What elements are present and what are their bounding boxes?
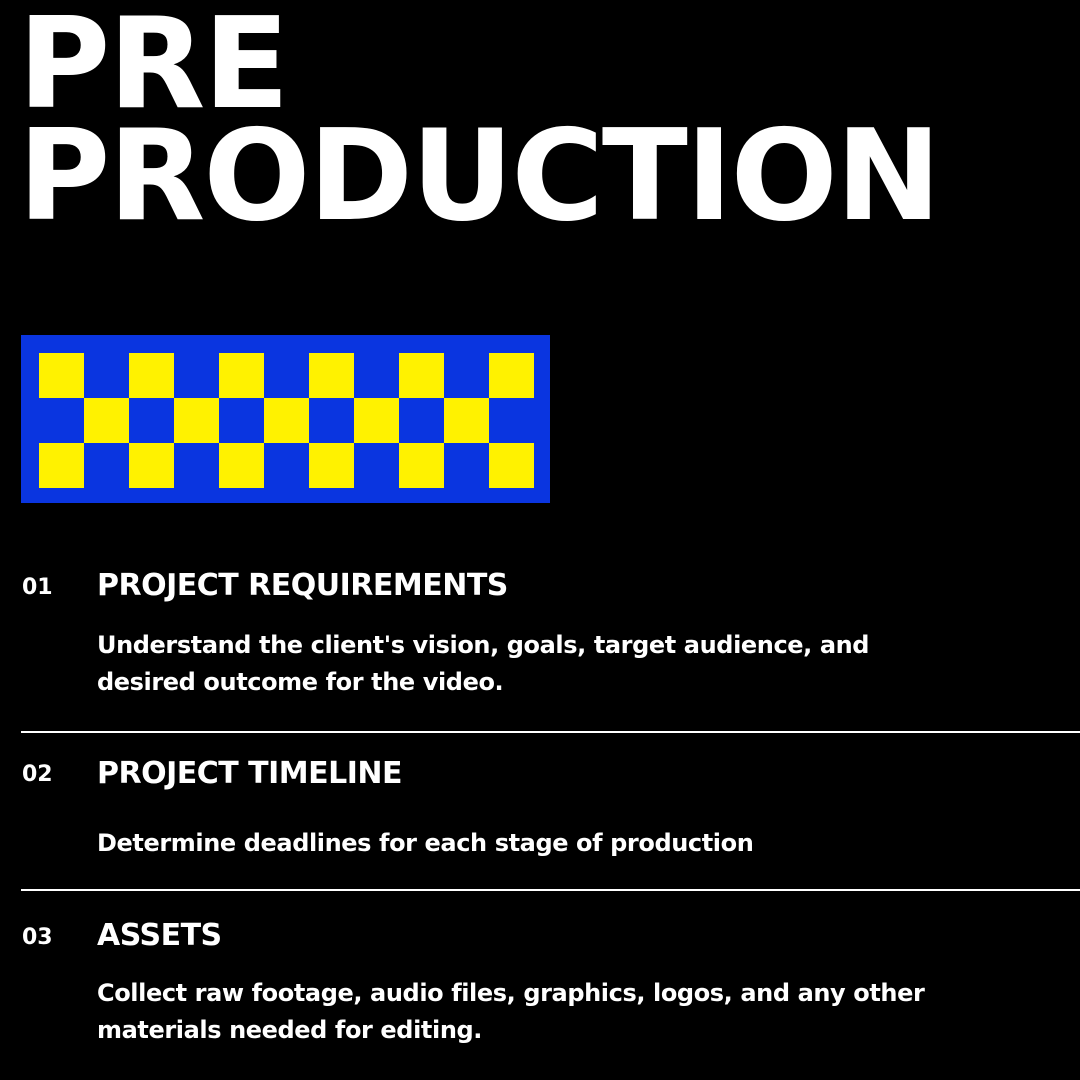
checker-square (174, 398, 219, 443)
item-number-3: 03 (22, 925, 53, 950)
checker-square (399, 353, 444, 398)
checker-square (219, 353, 264, 398)
item-number-2: 02 (22, 762, 53, 787)
item-heading-2: PROJECT TIMELINE (97, 756, 403, 791)
checker-square (489, 353, 534, 398)
checker-square (354, 398, 399, 443)
checker-square (219, 443, 264, 488)
checkered-banner (21, 335, 550, 503)
checker-square (39, 443, 84, 488)
checker-square (489, 443, 534, 488)
checker-square (129, 353, 174, 398)
divider-1 (21, 731, 1080, 733)
item-heading-3: ASSETS (97, 918, 222, 953)
item-number-1: 01 (22, 575, 53, 600)
checker-square (399, 443, 444, 488)
page-title: PRE PRODUCTION (18, 1, 941, 249)
item-description-2: Determine deadlines for each stage of pr… (97, 829, 754, 857)
checker-square (84, 398, 129, 443)
checker-square (309, 353, 354, 398)
title-line-2: PRODUCTION (18, 102, 941, 249)
checker-square (264, 398, 309, 443)
checker-square (444, 398, 489, 443)
item-heading-1: PROJECT REQUIREMENTS (97, 568, 508, 603)
divider-2 (21, 889, 1080, 891)
checker-square (129, 443, 174, 488)
checker-square (39, 353, 84, 398)
checker-square (309, 443, 354, 488)
item-description-3: Collect raw footage, audio files, graphi… (97, 979, 925, 1044)
item-description-1: Understand the client's vision, goals, t… (97, 631, 870, 696)
